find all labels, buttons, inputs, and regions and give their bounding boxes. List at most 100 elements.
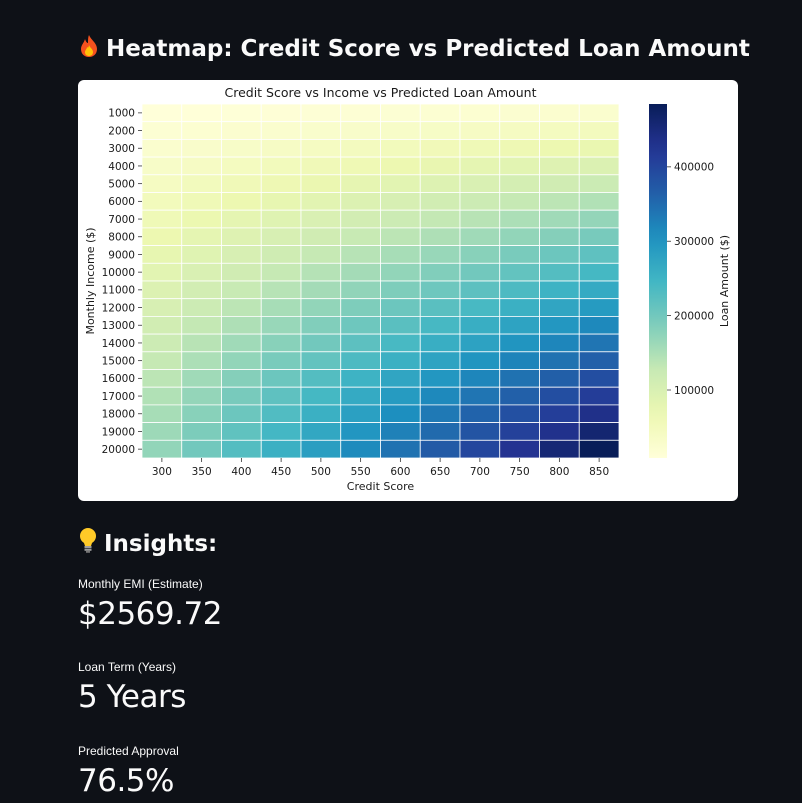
heatmap-chart: Credit Score vs Income vs Predicted Loan… [84, 85, 731, 493]
heatmap-cell [459, 174, 501, 193]
heatmap-cell [499, 121, 540, 140]
heatmap-cell [181, 280, 222, 300]
heatmap-cell [459, 280, 501, 300]
heatmap-cell [260, 315, 302, 335]
heatmap-cell [141, 280, 183, 300]
heatmap-cell [539, 174, 580, 193]
metric-label-loan-term: Loan Term (Years) [78, 660, 177, 674]
x-tick-label: 350 [192, 466, 212, 478]
heatmap-cell [181, 315, 222, 335]
heatmap-cell [300, 333, 342, 353]
heatmap-cell [499, 174, 540, 193]
heatmap-cell [340, 351, 381, 370]
heatmap-cell [340, 315, 381, 335]
heatmap-heading-text: Heatmap: Credit Score vs Predicted Loan … [106, 36, 750, 62]
heatmap-cell [578, 351, 620, 370]
heatmap-cell [181, 174, 222, 193]
heatmap-cell [419, 121, 461, 140]
heatmap-cell [181, 121, 222, 140]
heatmap-cell [578, 439, 620, 459]
heatmap-cell [578, 386, 620, 406]
heatmap-cell [459, 439, 501, 459]
heatmap-cell [380, 439, 421, 459]
heatmap-cell [221, 439, 262, 459]
heatmap-cell [181, 227, 222, 246]
heatmap-cell [340, 404, 381, 423]
y-tick-label: 14000 [102, 338, 135, 350]
heatmap-cell [539, 121, 580, 140]
heatmap-cell [499, 439, 540, 459]
heatmap-cell [141, 369, 183, 388]
heatmap-cell [260, 156, 302, 176]
x-tick-label: 700 [470, 466, 490, 478]
heatmap-cell [300, 298, 342, 317]
heatmap-cell [499, 315, 540, 335]
heatmap-cell [499, 192, 540, 211]
heatmap-cell [221, 422, 262, 441]
heatmap-cell [340, 227, 381, 246]
heatmap-cell [221, 280, 262, 300]
heatmap-cell [459, 192, 501, 211]
heatmap-cell [419, 174, 461, 193]
heatmap-cell [380, 351, 421, 370]
heatmap-cell [419, 192, 461, 211]
heatmap-cell [181, 192, 222, 211]
y-tick-label: 20000 [102, 444, 135, 456]
heatmap-cell [499, 103, 540, 123]
heatmap-cell [300, 245, 342, 264]
heatmap-cell [499, 351, 540, 370]
y-tick-label: 9000 [108, 249, 135, 261]
heatmap-cell [300, 315, 342, 335]
heatmap-cell [221, 192, 262, 211]
heatmap-cell [300, 262, 342, 282]
heatmap-cell [419, 262, 461, 282]
heatmap-cell [141, 192, 183, 211]
heatmap-cell [181, 422, 222, 441]
heatmap-cell [419, 103, 461, 123]
heatmap-cell [260, 262, 302, 282]
heatmap-cell [459, 209, 501, 229]
heatmap-cell [499, 139, 540, 158]
lightbulb-icon [78, 527, 98, 559]
heatmap-cell [419, 369, 461, 388]
heatmap-cell [578, 121, 620, 140]
heatmap-cell [260, 245, 302, 264]
heatmap-cell [419, 422, 461, 441]
heatmap-cell [340, 439, 381, 459]
heatmap-cell [340, 245, 381, 264]
heatmap-cell [181, 386, 222, 406]
y-tick-label: 8000 [108, 232, 135, 244]
heatmap-cell [340, 121, 381, 140]
heatmap-cell [539, 209, 580, 229]
heatmap-cell [221, 315, 262, 335]
heatmap-cell [578, 298, 620, 317]
heatmap-cell [578, 103, 620, 123]
heatmap-cell [459, 386, 501, 406]
colorbar-tick-label: 400000 [674, 162, 714, 174]
heatmap-cell [260, 174, 302, 193]
heatmap-cell [539, 245, 580, 264]
x-tick-label: 500 [311, 466, 331, 478]
heatmap-cell [181, 351, 222, 370]
y-tick-label: 3000 [108, 143, 135, 155]
heatmap-cell [300, 121, 342, 140]
heatmap-cell [141, 245, 183, 264]
heatmap-cell [459, 227, 501, 246]
heatmap-cell [181, 333, 222, 353]
metric-value-approval: 76.5% [78, 763, 174, 799]
heatmap-cell [221, 103, 262, 123]
heatmap-cell [459, 262, 501, 282]
heatmap-cell [539, 280, 580, 300]
y-tick-label: 12000 [102, 302, 135, 314]
heatmap-cell [380, 121, 421, 140]
heatmap-cell [260, 139, 302, 158]
y-axis-label: Monthly Income ($) [84, 227, 97, 334]
heatmap-cell [181, 298, 222, 317]
heatmap-cell [499, 333, 540, 353]
x-tick-label: 550 [351, 466, 371, 478]
heatmap-cell [181, 139, 222, 158]
heatmap-cell [380, 369, 421, 388]
y-tick-label: 2000 [108, 125, 135, 137]
heatmap-cell [459, 103, 501, 123]
heatmap-cell [340, 139, 381, 158]
